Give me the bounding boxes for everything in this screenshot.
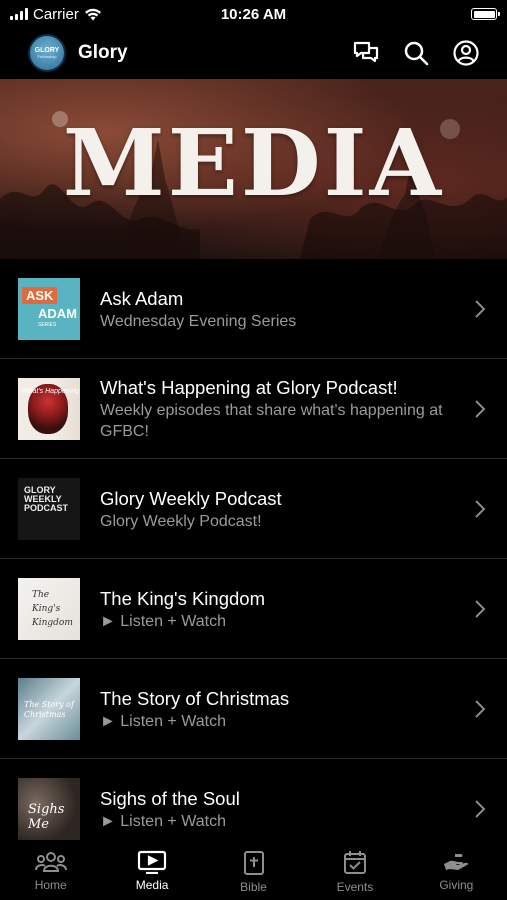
item-subtitle: Wednesday Evening Series — [100, 312, 297, 330]
item-text: Glory Weekly Podcast Glory Weekly Podcas… — [100, 487, 473, 532]
item-subtitle: ► Listen + Watch — [100, 612, 226, 630]
item-subtitle: ► Listen + Watch — [100, 712, 226, 730]
thumb-text: ADAM — [38, 306, 77, 321]
item-title: The Story of Christmas — [100, 687, 290, 709]
media-item-glory-weekly[interactable]: GLORY WEEKLY PODCAST Glory Weekly Podcas… — [0, 459, 507, 559]
signal-icon — [10, 8, 28, 20]
chat-icon[interactable] — [353, 41, 379, 65]
item-title: Ask Adam — [100, 287, 184, 309]
item-text: Ask Adam Wednesday Evening Series — [100, 287, 473, 332]
hero-title: MEDIA — [62, 109, 445, 217]
bible-icon — [243, 851, 264, 875]
thumb-text: What's Happening — [22, 388, 79, 395]
app-header: GLORY Fellowship Glory — [0, 28, 507, 78]
people-icon — [34, 852, 67, 872]
thumb-text: ASK — [22, 287, 58, 304]
logo-subtext: Fellowship — [37, 54, 57, 59]
item-subtitle: Glory Weekly Podcast! — [100, 512, 262, 530]
tab-bar: Home Media Bible Events Giving — [0, 842, 507, 900]
item-text: What's Happening at Glory Podcast! Weekl… — [100, 376, 473, 442]
chevron-right-icon — [475, 400, 486, 418]
story-of-christmas-thumbnail: The Story of Christmas — [18, 678, 80, 740]
chevron-right-icon — [475, 500, 486, 518]
tab-label: Home — [34, 878, 67, 892]
whats-happening-thumbnail: What's Happening — [18, 378, 80, 440]
wifi-icon — [84, 8, 101, 20]
item-text: The King's Kingdom ► Listen + Watch — [100, 587, 473, 632]
thumb-text: The King's Kingdom — [32, 590, 73, 628]
tab-events[interactable]: Events — [304, 842, 405, 900]
glory-weekly-thumbnail: GLORY WEEKLY PODCAST — [18, 478, 80, 540]
battery-icon — [471, 8, 500, 20]
item-text: The Story of Christmas ► Listen + Watch — [100, 687, 473, 732]
search-icon[interactable] — [403, 40, 429, 66]
chevron-right-icon — [475, 800, 486, 818]
thumb-text: The Story of Christmas — [24, 700, 74, 719]
media-item-story-of-christmas[interactable]: The Story of Christmas The Story of Chri… — [0, 659, 507, 759]
media-list: ASK ADAM SERIES Ask Adam Wednesday Eveni… — [0, 259, 507, 859]
status-time: 10:26 AM — [220, 5, 287, 23]
app-title: Glory — [78, 42, 128, 63]
item-title: Glory Weekly Podcast — [100, 487, 282, 509]
media-item-kings-kingdom[interactable]: The King's Kingdom The King's Kingdom ► … — [0, 559, 507, 659]
tab-home[interactable]: Home — [0, 842, 101, 900]
item-title: Sighs of the Soul — [100, 787, 240, 809]
tab-media[interactable]: Media — [101, 842, 202, 900]
tab-label: Giving — [439, 878, 474, 892]
calendar-icon — [343, 851, 366, 874]
thumb-text: Sighs Me — [28, 802, 65, 832]
status-left: Carrier — [10, 6, 102, 23]
item-text: Sighs of the Soul ► Listen + Watch — [100, 787, 473, 832]
carrier-label: Carrier — [33, 5, 79, 23]
item-subtitle: Weekly episodes that share what's happen… — [100, 402, 443, 440]
chevron-right-icon — [475, 700, 486, 718]
tv-play-icon — [138, 850, 167, 874]
giving-hand-icon — [444, 854, 469, 870]
tab-giving[interactable]: Giving — [406, 842, 507, 900]
kings-kingdom-thumbnail: The King's Kingdom — [18, 578, 80, 640]
tab-label: Bible — [240, 880, 267, 894]
media-item-whats-happening[interactable]: What's Happening What's Happening at Glo… — [0, 359, 507, 459]
thumb-text: GLORY WEEKLY PODCAST — [24, 485, 69, 513]
profile-icon[interactable] — [453, 40, 479, 66]
tab-bible[interactable]: Bible — [203, 842, 304, 900]
media-item-ask-adam[interactable]: ASK ADAM SERIES Ask Adam Wednesday Eveni… — [0, 259, 507, 359]
header-actions — [353, 40, 479, 66]
chevron-right-icon — [475, 600, 486, 618]
logo-text: GLORY — [34, 47, 60, 54]
sighs-of-the-soul-thumbnail: Sighs Me — [18, 778, 80, 840]
church-logo: GLORY Fellowship — [28, 34, 66, 72]
ask-adam-thumbnail: ASK ADAM SERIES — [18, 278, 80, 340]
item-title: The King's Kingdom — [100, 587, 265, 609]
status-bar: Carrier 10:26 AM — [0, 0, 507, 28]
tab-label: Events — [336, 880, 374, 894]
chevron-right-icon — [475, 300, 486, 318]
item-title: What's Happening at Glory Podcast! — [100, 377, 398, 398]
media-hero-banner: MEDIA — [0, 79, 507, 259]
tab-label: Media — [135, 878, 169, 892]
item-subtitle: ► Listen + Watch — [100, 812, 226, 830]
thumb-text: SERIES — [38, 322, 57, 328]
